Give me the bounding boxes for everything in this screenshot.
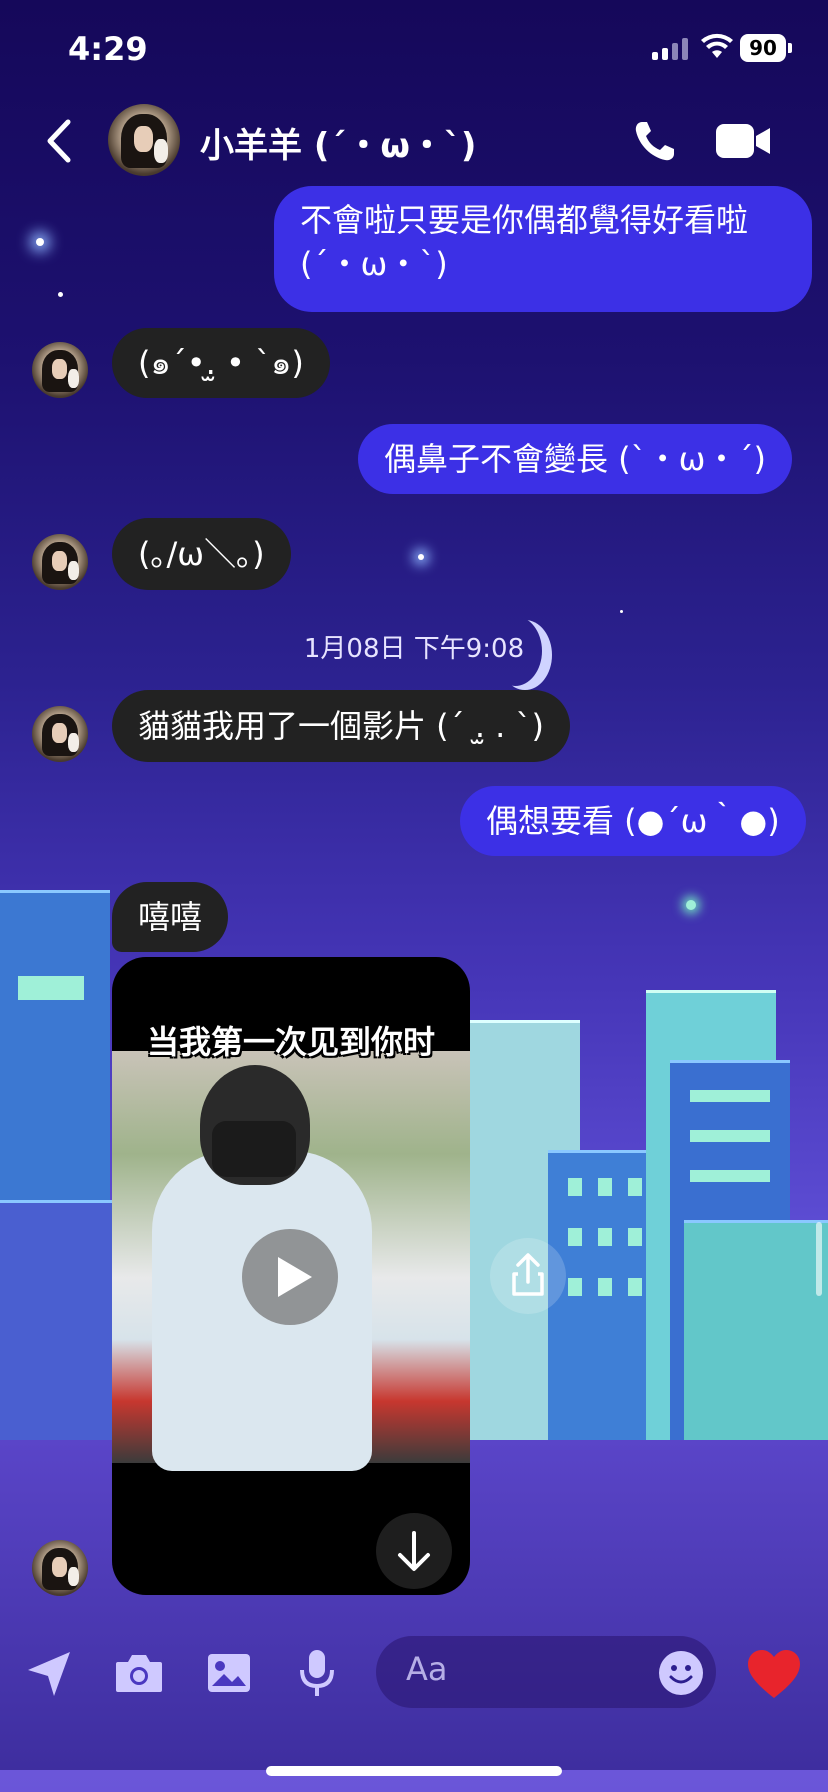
contact-avatar-small[interactable]	[32, 534, 88, 590]
star	[620, 610, 623, 613]
star	[686, 900, 696, 910]
message-bubble-received[interactable]: 嘻嘻	[112, 882, 229, 952]
microphone-icon[interactable]	[290, 1646, 344, 1700]
battery-tip	[788, 43, 792, 53]
star	[58, 292, 63, 297]
message-input-placeholder: Aa	[406, 1650, 448, 1688]
play-button[interactable]	[242, 1229, 338, 1325]
wifi-icon	[701, 33, 733, 58]
phone-icon[interactable]	[632, 118, 678, 164]
message-bubble-sent[interactable]: 不會啦只要是你偶都覺得好看啦 (´・ω・`)	[274, 186, 812, 312]
download-arrow-icon	[398, 1531, 430, 1571]
message-text: 偶想要看 (●´ω｀●)	[486, 802, 780, 840]
battery-indicator: 90	[740, 34, 786, 62]
cellular-signal-icon	[652, 38, 688, 60]
building-window	[628, 1178, 642, 1196]
video-camera-icon[interactable]	[716, 122, 772, 160]
message-bubble-sent[interactable]: 偶鼻子不會變長 (`・ω・´)	[358, 424, 792, 494]
star	[418, 554, 424, 560]
building-window	[598, 1278, 612, 1296]
message-composer: Aa	[0, 1620, 828, 1730]
building-window	[568, 1278, 582, 1296]
heart-icon[interactable]	[746, 1648, 802, 1700]
scrollbar[interactable]	[816, 1222, 822, 1296]
building-window	[598, 1178, 612, 1196]
building-window	[568, 1228, 582, 1246]
play-icon	[278, 1257, 312, 1297]
building-window	[690, 1130, 770, 1142]
message-timestamp: 1月08日 下午9:08	[303, 634, 525, 664]
message-bubble-received[interactable]: (๑´•.̫ • `๑)	[112, 328, 330, 398]
message-bubble-sent[interactable]: 偶想要看 (●´ω｀●)	[460, 786, 806, 856]
building-window	[598, 1228, 612, 1246]
download-button[interactable]	[376, 1513, 452, 1589]
image-icon[interactable]	[202, 1646, 256, 1700]
message-bubble-received[interactable]: (｡/ω＼｡)	[112, 518, 291, 590]
video-person-mask	[212, 1121, 296, 1177]
smiley-icon[interactable]	[658, 1650, 704, 1696]
share-icon	[512, 1253, 544, 1296]
message-text: 嘻嘻	[138, 898, 203, 936]
camera-icon[interactable]	[112, 1646, 166, 1700]
contact-avatar[interactable]	[108, 104, 180, 176]
home-indicator[interactable]	[266, 1766, 562, 1776]
message-text: 不會啦只要是你偶都覺得好看啦	[300, 201, 749, 239]
message-input[interactable]: Aa	[376, 1636, 716, 1708]
location-arrow-icon[interactable]	[22, 1646, 76, 1700]
building-window	[628, 1228, 642, 1246]
building-window	[690, 1170, 770, 1182]
building-window	[18, 976, 84, 1000]
star	[36, 238, 44, 246]
video-caption: 当我第一次见到你时	[146, 1023, 435, 1061]
message-text: (๑´•.̫ • `๑)	[138, 344, 304, 382]
share-button[interactable]	[490, 1238, 566, 1314]
message-text: (｡/ω＼｡)	[138, 535, 265, 573]
building-window	[690, 1090, 770, 1102]
message-text: 貓貓我用了一個影片 (´ .̫ . `)	[138, 707, 545, 745]
building-window	[628, 1278, 642, 1296]
message-text: (´・ω・`)	[300, 245, 448, 283]
message-text: 偶鼻子不會變長 (`・ω・´)	[384, 440, 766, 478]
chat-header: 小羊羊 (´・ω・`)	[0, 100, 828, 184]
contact-avatar-small[interactable]	[32, 1540, 88, 1596]
chevron-left-icon[interactable]	[40, 118, 80, 164]
status-bar: 4:29 90	[0, 0, 828, 96]
building-window	[568, 1178, 582, 1196]
video-attachment[interactable]: 当我第一次见到你时	[112, 957, 470, 1595]
contact-avatar-small[interactable]	[32, 706, 88, 762]
contact-avatar-small[interactable]	[32, 342, 88, 398]
message-bubble-received[interactable]: 貓貓我用了一個影片 (´ .̫ . `)	[112, 690, 571, 762]
contact-name[interactable]: 小羊羊 (´・ω・`)	[200, 118, 476, 167]
status-time: 4:29	[68, 30, 148, 68]
